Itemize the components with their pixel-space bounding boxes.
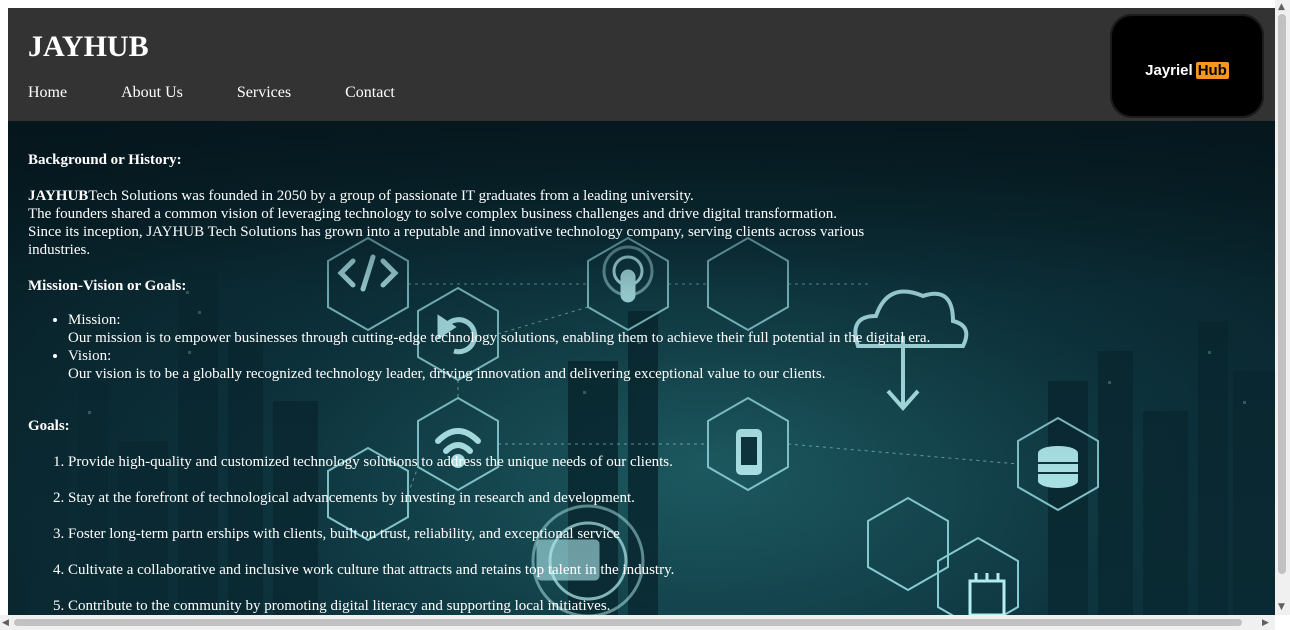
vertical-scroll-thumb[interactable] bbox=[1278, 14, 1286, 574]
mission-vision-heading: Mission-Vision or Goals: bbox=[28, 278, 187, 294]
mission-label: Mission: bbox=[68, 312, 121, 328]
logo-word-jayriel: Jayriel bbox=[1145, 62, 1193, 79]
nav-home[interactable]: Home bbox=[28, 82, 67, 104]
nav-contact[interactable]: Contact bbox=[345, 82, 395, 104]
scroll-left-arrow-icon[interactable]: ◀ bbox=[2, 618, 9, 628]
vision-text: Our vision is to be a globally recognize… bbox=[68, 366, 826, 382]
nav-services[interactable]: Services bbox=[237, 82, 291, 104]
main-content: Background or History: JAYHUBTech Soluti… bbox=[28, 121, 1028, 615]
goal-item: Foster long-term partn erships with clie… bbox=[68, 525, 1028, 543]
horizontal-scroll-thumb[interactable] bbox=[14, 619, 1242, 626]
goal-item: Cultivate a collaborative and inclusive … bbox=[68, 561, 1028, 579]
goal-item: Provide high-quality and customized tech… bbox=[68, 453, 1028, 471]
main-nav: Home About Us Services Contact bbox=[28, 82, 445, 104]
browser-viewport: JAYHUB Home About Us Services Contact Ja… bbox=[8, 8, 1275, 615]
mission-text: Our mission is to empower businesses thr… bbox=[68, 330, 931, 346]
site-title: JAYHUB bbox=[28, 30, 149, 63]
vision-label: Vision: bbox=[68, 348, 112, 364]
scroll-down-arrow-icon[interactable]: ▼ bbox=[1278, 602, 1285, 612]
background-heading: Background or History: bbox=[28, 152, 182, 168]
goals-heading: Goals: bbox=[28, 418, 70, 434]
scroll-right-arrow-icon[interactable]: ▶ bbox=[1262, 618, 1269, 628]
history-line-2: The founders shared a common vision of l… bbox=[28, 206, 837, 222]
logo-wordmark: Jayriel Hub bbox=[1110, 61, 1264, 81]
logo-word-hub: Hub bbox=[1195, 62, 1229, 79]
history-paragraph: JAYHUBTech Solutions was founded in 2050… bbox=[28, 187, 1028, 259]
history-line-3: Since its inception, JAYHUB Tech Solutio… bbox=[28, 224, 865, 258]
history-line-1: Tech Solutions was founded in 2050 by a … bbox=[88, 188, 694, 204]
goals-list: Provide high-quality and customized tech… bbox=[28, 453, 1028, 615]
vertical-scrollbar[interactable]: ▲ ▼ bbox=[1275, 0, 1290, 615]
scroll-up-arrow-icon[interactable]: ▲ bbox=[1278, 2, 1285, 12]
brand-logo[interactable]: Jayriel Hub bbox=[1110, 14, 1264, 118]
hero-section: Background or History: JAYHUBTech Soluti… bbox=[8, 121, 1275, 615]
nav-about-us[interactable]: About Us bbox=[121, 82, 183, 104]
site-header: JAYHUB Home About Us Services Contact Ja… bbox=[8, 8, 1275, 121]
goal-item: Contribute to the community by promoting… bbox=[68, 597, 1028, 615]
vision-item: Vision: Our vision is to be a globally r… bbox=[68, 347, 1028, 383]
horizontal-scrollbar[interactable]: ◀ ▶ bbox=[0, 615, 1275, 630]
mission-item: Mission: Our mission is to empower busin… bbox=[68, 311, 1028, 347]
history-bold-lead: JAYHUB bbox=[28, 188, 89, 204]
goal-item: Stay at the forefront of technological a… bbox=[68, 489, 1028, 507]
mission-vision-list: Mission: Our mission is to empower busin… bbox=[28, 311, 1028, 383]
